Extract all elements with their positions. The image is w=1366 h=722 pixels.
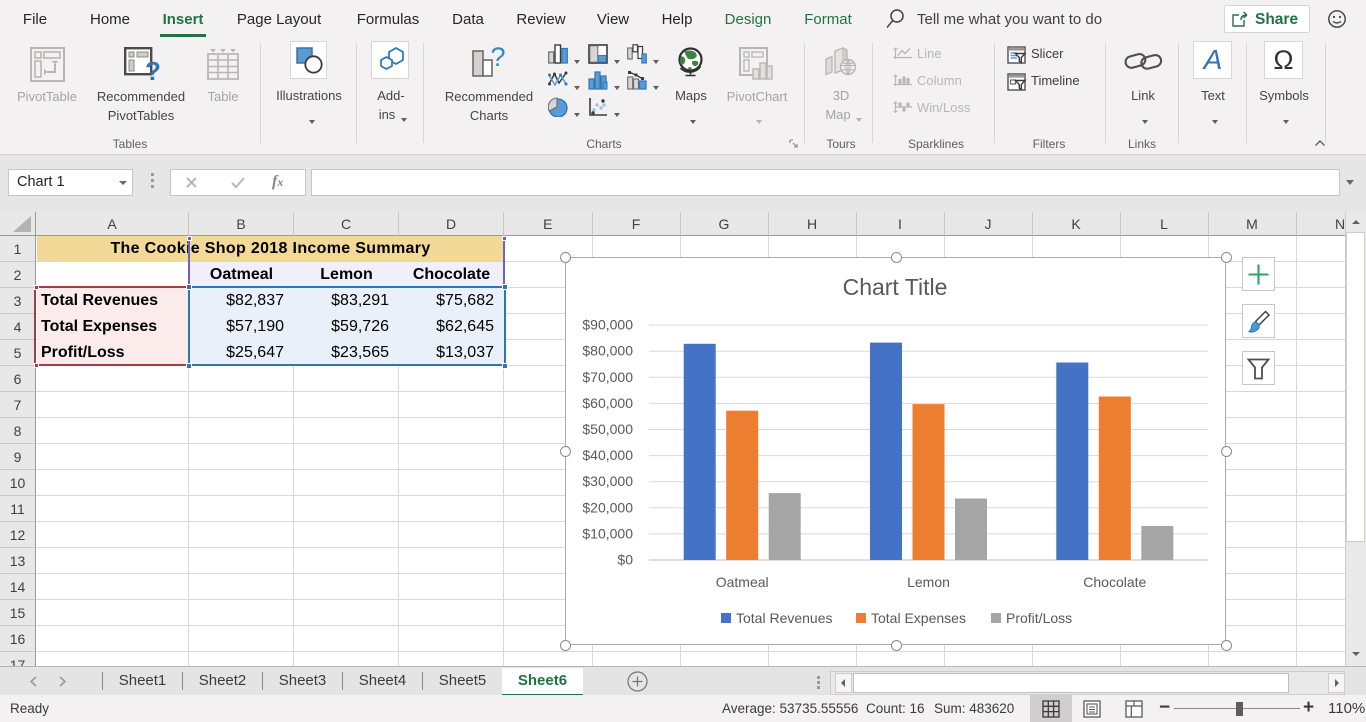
svg-text:Total Revenues: Total Revenues [736, 610, 833, 626]
svg-text:$90,000: $90,000 [582, 317, 633, 333]
svg-text:$50,000: $50,000 [582, 421, 633, 437]
svg-text:$60,000: $60,000 [582, 395, 633, 411]
svg-text:Profit/Loss: Profit/Loss [1006, 610, 1072, 626]
svg-text:$40,000: $40,000 [582, 447, 633, 463]
svg-text:$20,000: $20,000 [582, 499, 633, 515]
svg-text:?: ? [145, 56, 160, 83]
svg-text:$10,000: $10,000 [582, 525, 633, 541]
svg-text:Chocolate: Chocolate [1083, 574, 1146, 590]
svg-text:Chart Title: Chart Title [843, 274, 948, 300]
svg-text:Ω: Ω [1273, 45, 1293, 75]
svg-text:Oatmeal: Oatmeal [716, 574, 769, 590]
svg-text:A: A [1202, 44, 1223, 75]
svg-text:Lemon: Lemon [907, 574, 950, 590]
svg-text:Total Expenses: Total Expenses [871, 610, 966, 626]
svg-text:$70,000: $70,000 [582, 369, 633, 385]
svg-text:$30,000: $30,000 [582, 473, 633, 489]
svg-text:$80,000: $80,000 [582, 343, 633, 359]
svg-text:?: ? [490, 44, 505, 72]
svg-text:$0: $0 [617, 552, 633, 568]
